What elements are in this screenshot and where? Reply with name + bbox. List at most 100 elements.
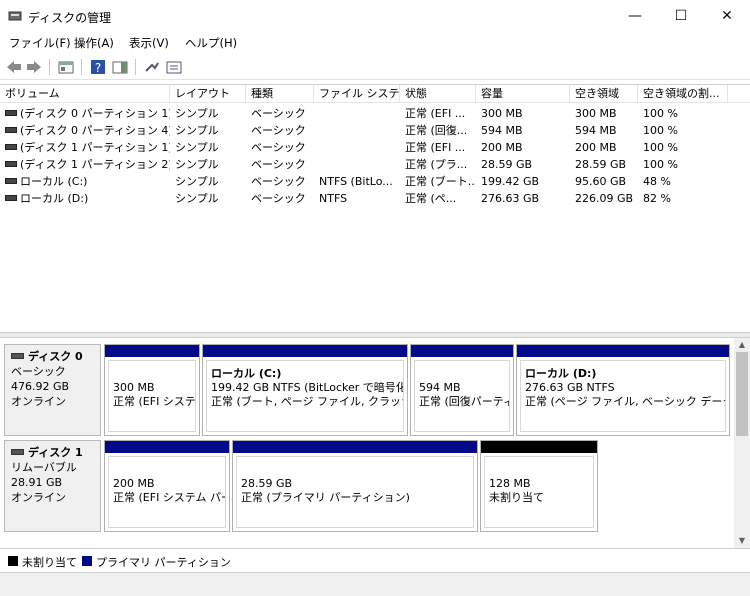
volume-row[interactable]: (ディスク 1 パーティション 2) シンプル ベーシック 正常 (プラ... 28.5…: [0, 156, 750, 173]
partition-block[interactable]: ローカル (D:) 276.63 GB NTFS 正常 (ページ ファイル, ベーシ…: [516, 344, 730, 436]
partition-size: 300 MB: [113, 381, 155, 394]
scroll-thumb[interactable]: [736, 352, 748, 436]
volume-cell: 594 MB: [476, 122, 570, 139]
volume-cell: 300 MB: [476, 105, 570, 122]
action-pane-icon[interactable]: [111, 58, 129, 76]
partition-block[interactable]: 594 MB正常 (回復パーティション): [410, 344, 514, 436]
volume-cell: シンプル: [170, 139, 246, 156]
volume-row[interactable]: (ディスク 0 パーティション 4) シンプル ベーシック 正常 (回復... 594 …: [0, 122, 750, 139]
volume-cell-text: 82 %: [643, 192, 671, 205]
partition-block[interactable]: 128 MB 未割り当て: [480, 440, 598, 532]
col-free-space[interactable]: 空き領域: [570, 85, 638, 103]
volume-row[interactable]: ローカル (C:) シンプル ベーシック NTFS (BitLo... 正常 (ブート.…: [0, 173, 750, 190]
volume-cell: [314, 139, 400, 156]
volume-cell: 199.42 GB: [476, 173, 570, 190]
volume-row[interactable]: (ディスク 1 パーティション 1) シンプル ベーシック 正常 (EFI ... 20…: [0, 139, 750, 156]
col-percent-free[interactable]: 空き領域の割...: [638, 85, 728, 103]
back-arrow-icon[interactable]: [5, 58, 23, 76]
minimize-button[interactable]: —: [612, 0, 658, 32]
disk-info-panel[interactable]: ディスク 1 リムーバブル 28.91 GB オンライン: [4, 440, 101, 532]
help-icon[interactable]: ?: [89, 58, 107, 76]
disk-icon: [11, 353, 24, 359]
volume-cell: ベーシック: [246, 139, 314, 156]
partition-status: 正常 (ブート, ページ ファイル, クラッシュ ダンプ): [211, 395, 403, 408]
properties-icon[interactable]: [165, 58, 183, 76]
volume-cell-text: シンプル: [175, 158, 219, 171]
volume-row[interactable]: ローカル (D:) シンプル ベーシック NTFS 正常 (ペ... 276.63 GB 2…: [0, 190, 750, 207]
menu-help[interactable]: ヘルプ(H): [185, 35, 237, 51]
forward-arrow-icon[interactable]: [25, 58, 43, 76]
partition-status: 正常 (EFI システム パーティション): [113, 395, 196, 408]
volume-cell: シンプル: [170, 173, 246, 190]
connect-icon[interactable]: [143, 58, 161, 76]
volume-cell: (ディスク 1 パーティション 2): [0, 156, 170, 173]
partition-status: 正常 (プライマリ パーティション): [241, 491, 410, 504]
volume-row[interactable]: (ディスク 0 パーティション 1) シンプル ベーシック 正常 (EFI ... 30…: [0, 105, 750, 122]
volume-cell-text: 100 %: [643, 158, 678, 171]
volume-cell: (ディスク 0 パーティション 4): [0, 122, 170, 139]
volume-cell-text: ローカル (D:): [20, 192, 89, 205]
disk-status: オンライン: [11, 395, 66, 408]
disk-name: ディスク 0: [28, 350, 83, 363]
col-volume[interactable]: ボリューム: [0, 85, 170, 103]
partition-color-bar: [105, 345, 199, 357]
menu-view[interactable]: 表示(V): [129, 35, 169, 51]
disk-type: ベーシック: [11, 365, 66, 378]
partition-status: 未割り当て: [489, 491, 544, 504]
col-type[interactable]: 種類: [246, 85, 314, 103]
volume-cell: ベーシック: [246, 173, 314, 190]
volume-cell: (ディスク 0 パーティション 1): [0, 105, 170, 122]
partition-block[interactable]: 200 MB正常 (EFI システム パーティション): [104, 440, 230, 532]
toolbar-separator: [135, 59, 136, 75]
menu-action[interactable]: 操作(A): [74, 35, 114, 51]
disk-icon: [11, 449, 24, 455]
status-bar: [0, 572, 750, 596]
col-capacity[interactable]: 容量: [476, 85, 570, 103]
vertical-scrollbar[interactable]: ▲ ▼: [734, 338, 750, 548]
partition-status: 正常 (回復パーティション): [419, 395, 509, 408]
col-filesystem[interactable]: ファイル システム: [314, 85, 400, 103]
col-status[interactable]: 状態: [400, 85, 476, 103]
close-button[interactable]: ✕: [704, 0, 750, 32]
partition-color-bar: [105, 441, 229, 453]
volume-cell-text: 200 MB: [481, 141, 523, 154]
volume-cell: [314, 122, 400, 139]
partition-status: 正常 (EFI システム パーティション): [113, 491, 225, 504]
partition-block[interactable]: 300 MB正常 (EFI システム パーティション): [104, 344, 200, 436]
volume-cell-text: (ディスク 0 パーティション 1): [20, 107, 170, 120]
volume-cell-text: 300 MB: [575, 107, 617, 120]
volume-cell-text: 28.59 GB: [481, 158, 533, 171]
volume-cell-text: 48 %: [643, 175, 671, 188]
console-tree-icon[interactable]: [57, 58, 75, 76]
disk-info-panel[interactable]: ディスク 0 ベーシック 476.92 GB オンライン: [4, 344, 101, 436]
volume-cell-text: シンプル: [175, 141, 219, 154]
menu-file[interactable]: ファイル(F): [9, 35, 71, 51]
volume-cell-text: 594 MB: [575, 124, 617, 137]
maximize-button[interactable]: ☐: [658, 0, 704, 32]
partition-block[interactable]: 28.59 GB 正常 (プライマリ パーティション): [232, 440, 478, 532]
partition-details: 300 MB正常 (EFI システム パーティション): [108, 360, 196, 432]
disk-view: ディスク 0 ベーシック 476.92 GB オンライン 300 MB 正常 (EFI シ…: [0, 338, 734, 548]
partition-label: ローカル (C:): [211, 367, 282, 380]
volume-cell-text: 28.59 GB: [575, 158, 627, 171]
volume-cell: 48 %: [638, 173, 728, 190]
partition-details: 128 MB 未割り当て: [484, 456, 594, 528]
volume-cell-text: 正常 (回復...: [405, 124, 468, 137]
partition-size: 199.42 GB NTFS (BitLocker で暗号化済み): [211, 381, 403, 394]
volume-cell-text: シンプル: [175, 175, 219, 188]
volume-cell: 200 MB: [476, 139, 570, 156]
scroll-up-arrow-icon[interactable]: ▲: [734, 338, 750, 352]
partition-block[interactable]: ローカル (C:)199.42 GB NTFS (BitLocker で暗号化済…: [202, 344, 408, 436]
volume-cell-text: 100 %: [643, 124, 678, 137]
column-header: ボリューム レイアウト 種類 ファイル システム 状態 容量 空き領域 空き領域…: [0, 85, 750, 103]
volume-cell-text: ベーシック: [251, 124, 306, 137]
volume-icon: [5, 144, 17, 150]
toolbar-separator: [49, 59, 50, 75]
volume-icon: [5, 127, 17, 133]
volume-cell-text: ローカル (C:): [20, 175, 88, 188]
volume-cell: シンプル: [170, 156, 246, 173]
volume-cell-text: シンプル: [175, 124, 219, 137]
col-layout[interactable]: レイアウト: [170, 85, 246, 103]
volume-cell: 正常 (EFI ...: [400, 105, 476, 122]
scroll-down-arrow-icon[interactable]: ▼: [734, 534, 750, 548]
